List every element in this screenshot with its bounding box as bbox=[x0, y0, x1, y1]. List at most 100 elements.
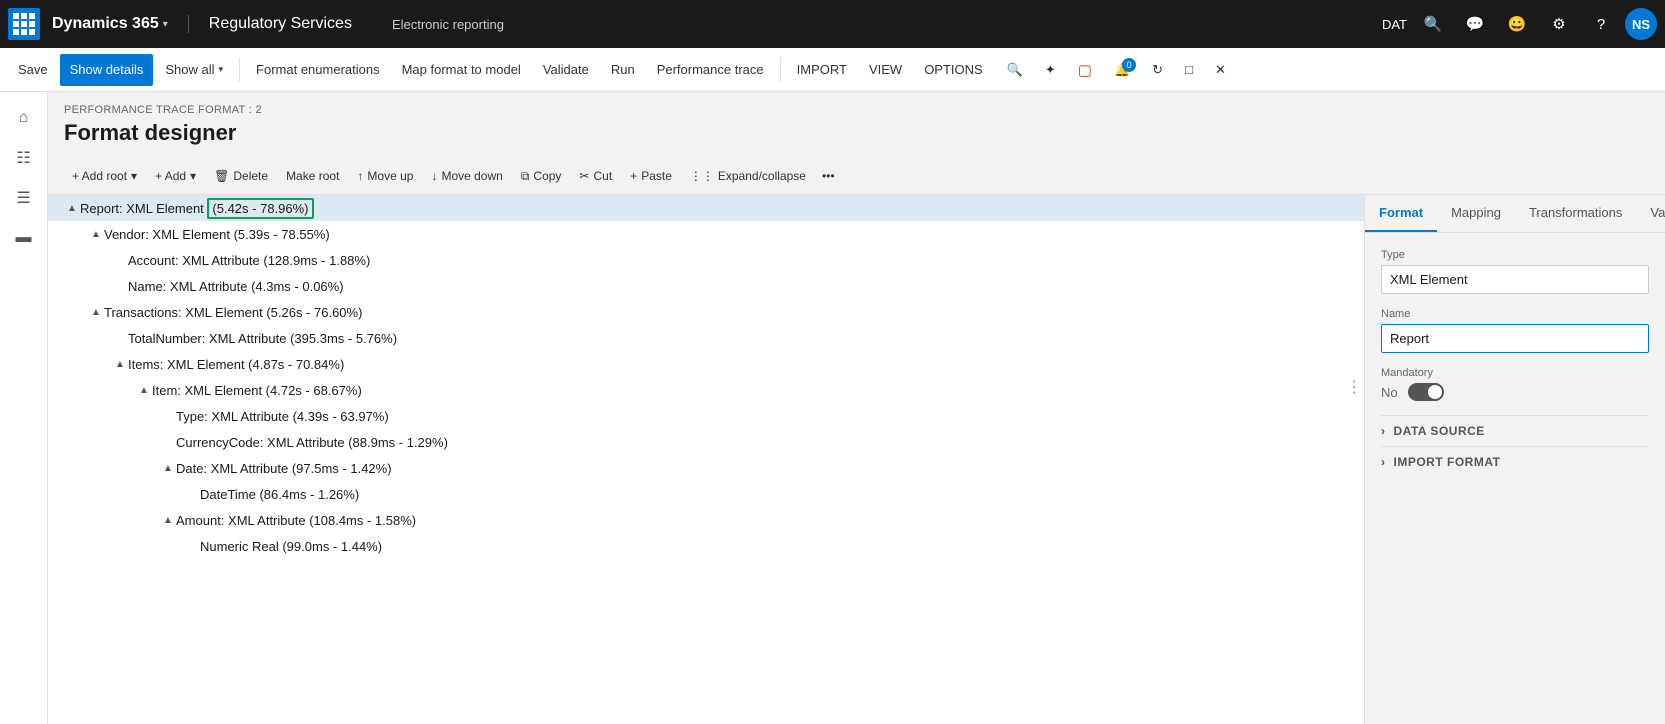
move-down-button[interactable]: ↓ Move down bbox=[423, 162, 510, 190]
view-button[interactable]: VIEW bbox=[859, 54, 912, 86]
main-layout: ⌂ ☷ ☰ ▬ PERFORMANCE TRACE FORMAT : 2 For… bbox=[0, 92, 1665, 724]
save-button[interactable]: Save bbox=[8, 54, 58, 86]
tree-toggle-icon bbox=[112, 252, 128, 268]
chat-icon[interactable]: 💬 bbox=[1457, 6, 1493, 42]
add-root-chevron-icon: ▾ bbox=[131, 169, 137, 183]
tree-item[interactable]: ▲Items: XML Element (4.87s - 70.84%) bbox=[48, 351, 1364, 377]
mandatory-toggle[interactable] bbox=[1408, 383, 1444, 401]
notifications-button[interactable]: 🔔 0 bbox=[1104, 54, 1140, 86]
settings-icon[interactable]: ⚙ bbox=[1541, 6, 1577, 42]
left-sidebar: ⌂ ☷ ☰ ▬ bbox=[0, 92, 48, 724]
tree-item[interactable]: TotalNumber: XML Attribute (395.3ms - 5.… bbox=[48, 325, 1364, 351]
move-up-icon: ↑ bbox=[357, 169, 363, 183]
tree-item[interactable]: Numeric Real (99.0ms - 1.44%) bbox=[48, 533, 1364, 559]
tree-item[interactable]: Account: XML Attribute (128.9ms - 1.88%) bbox=[48, 247, 1364, 273]
map-format-to-model-button[interactable]: Map format to model bbox=[392, 54, 531, 86]
tree-panel: ▲Report: XML Element (5.42s - 78.96%)▲Ve… bbox=[48, 195, 1365, 724]
options-button[interactable]: OPTIONS bbox=[914, 54, 993, 86]
tree-item-text: Numeric Real (99.0ms - 1.44%) bbox=[200, 539, 1356, 554]
tree-toggle-icon[interactable]: ▲ bbox=[160, 460, 176, 476]
drag-handle[interactable]: ⋮ bbox=[1344, 377, 1364, 397]
tree-item[interactable]: ▲Date: XML Attribute (97.5ms - 1.42%) bbox=[48, 455, 1364, 481]
tree-item-text: Transactions: XML Element (5.26s - 76.60… bbox=[104, 305, 1356, 320]
bookmark-icon[interactable]: ✦ bbox=[1035, 54, 1066, 86]
delete-label: Delete bbox=[233, 169, 268, 183]
move-up-button[interactable]: ↑ Move up bbox=[349, 162, 421, 190]
format-enumerations-button[interactable]: Format enumerations bbox=[246, 54, 390, 86]
tree-item[interactable]: ▲Amount: XML Attribute (108.4ms - 1.58%) bbox=[48, 507, 1364, 533]
sidebar-layers-icon[interactable]: ▬ bbox=[6, 220, 42, 256]
cmd-separator-1 bbox=[239, 58, 240, 82]
tree-item[interactable]: Type: XML Attribute (4.39s - 63.97%) bbox=[48, 403, 1364, 429]
sidebar-filter-icon[interactable]: ☷ bbox=[6, 140, 42, 176]
tab-transformations[interactable]: Transformations bbox=[1515, 195, 1636, 232]
paste-icon: + bbox=[630, 169, 637, 183]
show-details-button[interactable]: Show details bbox=[60, 54, 154, 86]
import-format-section[interactable]: › IMPORT FORMAT bbox=[1381, 446, 1649, 477]
tree-item[interactable]: Name: XML Attribute (4.3ms - 0.06%) bbox=[48, 273, 1364, 299]
tab-validations[interactable]: Validations bbox=[1636, 195, 1665, 232]
tree-item-text: TotalNumber: XML Attribute (395.3ms - 5.… bbox=[128, 331, 1356, 346]
tree-item-text: Account: XML Attribute (128.9ms - 1.88%) bbox=[128, 253, 1356, 268]
add-root-label: + Add root bbox=[72, 169, 127, 183]
apps-grid-icon[interactable] bbox=[8, 8, 40, 40]
add-chevron-icon: ▾ bbox=[190, 169, 196, 183]
import-button[interactable]: IMPORT bbox=[787, 54, 857, 86]
tree-item-text: Items: XML Element (4.87s - 70.84%) bbox=[128, 357, 1356, 372]
add-root-button[interactable]: + Add root ▾ bbox=[64, 162, 145, 190]
data-source-section[interactable]: › DATA SOURCE bbox=[1381, 415, 1649, 446]
expand-collapse-button[interactable]: ⋮⋮ Expand/collapse bbox=[682, 162, 814, 190]
more-button[interactable]: ••• bbox=[816, 162, 841, 190]
sidebar-home-icon[interactable]: ⌂ bbox=[6, 100, 42, 136]
sidebar-list-icon[interactable]: ☰ bbox=[6, 180, 42, 216]
name-input[interactable] bbox=[1381, 324, 1649, 353]
dynamics-chevron-icon[interactable]: ▾ bbox=[163, 19, 168, 30]
refresh-icon[interactable]: ↻ bbox=[1142, 54, 1173, 86]
copy-icon: ⧉ bbox=[521, 169, 530, 184]
tree-toggle-icon[interactable]: ▲ bbox=[88, 226, 104, 242]
tree-toggle-icon[interactable]: ▲ bbox=[64, 200, 80, 216]
tree-item[interactable]: ▲Item: XML Element (4.72s - 68.67%) bbox=[48, 377, 1364, 403]
tree-item[interactable]: ▲Vendor: XML Element (5.39s - 78.55%) bbox=[48, 221, 1364, 247]
tree-item[interactable]: ▲Transactions: XML Element (5.26s - 76.6… bbox=[48, 299, 1364, 325]
run-button[interactable]: Run bbox=[601, 54, 645, 86]
tree-item[interactable]: DateTime (86.4ms - 1.26%) bbox=[48, 481, 1364, 507]
add-button[interactable]: + Add ▾ bbox=[147, 162, 204, 190]
tree-item-text: Item: XML Element (4.72s - 68.67%) bbox=[152, 383, 1356, 398]
dynamics-label: Dynamics 365 bbox=[52, 15, 159, 33]
tree-toggle-icon[interactable]: ▲ bbox=[160, 512, 176, 528]
tree-item[interactable]: CurrencyCode: XML Attribute (88.9ms - 1.… bbox=[48, 429, 1364, 455]
search-cmd-icon[interactable]: 🔍 bbox=[997, 54, 1033, 86]
tree-item-text: Type: XML Attribute (4.39s - 63.97%) bbox=[176, 409, 1356, 424]
tree-item[interactable]: ▲Report: XML Element (5.42s - 78.96%) bbox=[48, 195, 1364, 221]
help-icon[interactable]: ? bbox=[1583, 6, 1619, 42]
top-navigation: Dynamics 365 ▾ Regulatory Services Elect… bbox=[0, 0, 1665, 48]
copy-button[interactable]: ⧉ Copy bbox=[513, 162, 570, 190]
validate-button[interactable]: Validate bbox=[533, 54, 599, 86]
show-all-button[interactable]: Show all ▾ bbox=[155, 54, 233, 86]
settings-face-icon[interactable]: 😀 bbox=[1499, 6, 1535, 42]
tree-toggle-icon bbox=[160, 434, 176, 450]
tree-item-text: Name: XML Attribute (4.3ms - 0.06%) bbox=[128, 279, 1356, 294]
tab-mapping[interactable]: Mapping bbox=[1437, 195, 1515, 232]
reg-services-label: Regulatory Services bbox=[188, 15, 352, 33]
tree-item-text: Amount: XML Attribute (108.4ms - 1.58%) bbox=[176, 513, 1356, 528]
cut-button[interactable]: ✂ Cut bbox=[571, 162, 620, 190]
tree-toggle-icon[interactable]: ▲ bbox=[136, 382, 152, 398]
performance-highlight: (5.42s - 78.96%) bbox=[207, 198, 313, 219]
search-icon[interactable]: 🔍 bbox=[1415, 6, 1451, 42]
close-icon[interactable]: ✕ bbox=[1205, 54, 1236, 86]
avatar[interactable]: NS bbox=[1625, 8, 1657, 40]
office-icon[interactable]: ▢ bbox=[1068, 54, 1102, 86]
performance-trace-button[interactable]: Performance trace bbox=[647, 54, 774, 86]
tree-toggle-icon[interactable]: ▲ bbox=[88, 304, 104, 320]
tab-format[interactable]: Format bbox=[1365, 195, 1437, 232]
tree-item-text: Report: XML Element (5.42s - 78.96%) bbox=[80, 201, 1356, 216]
delete-button[interactable]: 🗑 Delete bbox=[206, 162, 276, 190]
maximize-icon[interactable]: □ bbox=[1175, 54, 1203, 86]
command-bar: Save Show details Show all ▾ Format enum… bbox=[0, 48, 1665, 92]
paste-button[interactable]: + Paste bbox=[622, 162, 680, 190]
make-root-button[interactable]: Make root bbox=[278, 162, 347, 190]
tree-toggle-icon[interactable]: ▲ bbox=[112, 356, 128, 372]
show-all-chevron-icon: ▾ bbox=[219, 64, 224, 75]
